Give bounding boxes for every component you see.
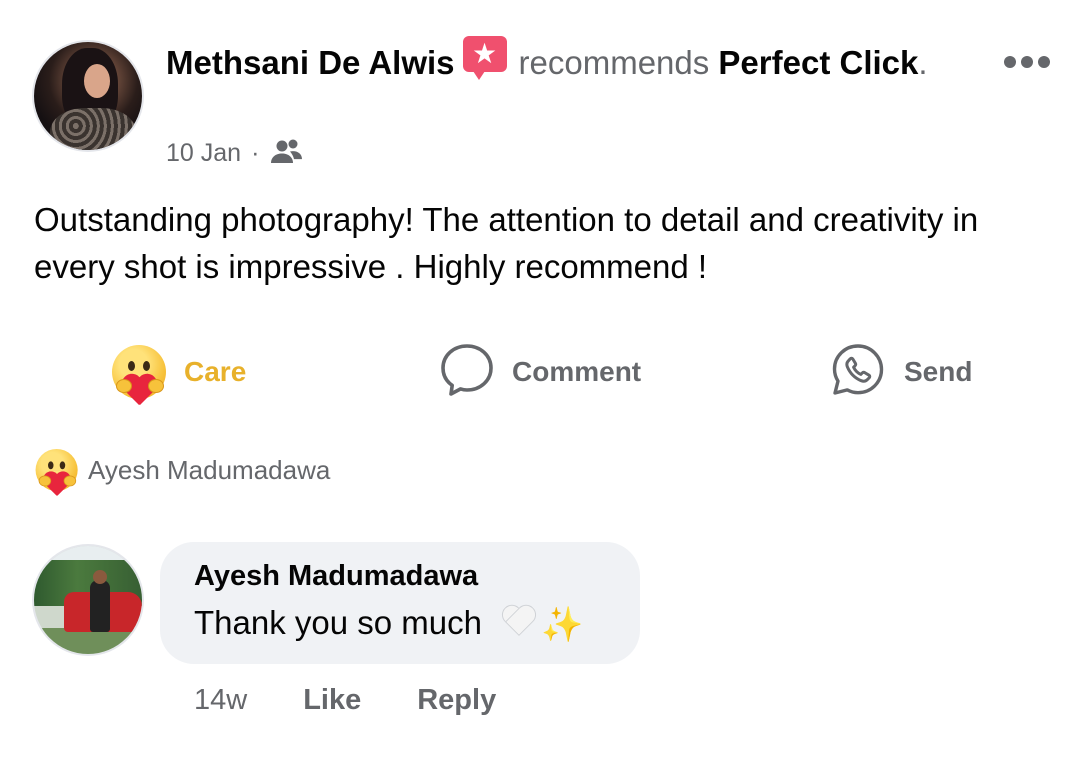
more-dot-icon bbox=[1021, 56, 1033, 68]
reactor-name: Ayesh Madumadawa bbox=[88, 454, 331, 485]
care-label: Care bbox=[184, 356, 247, 387]
send-label: Send bbox=[904, 356, 973, 387]
recommends-text: recommends bbox=[518, 44, 710, 81]
comment-bubble[interactable]: Ayesh Madumadawa Thank you so much ✨ bbox=[160, 542, 640, 664]
reactions-summary[interactable]: Ayesh Madumadawa bbox=[34, 448, 330, 492]
send-whatsapp-button[interactable]: Send bbox=[830, 342, 972, 402]
comment-reply-button[interactable]: Reply bbox=[417, 684, 496, 717]
avatar-face bbox=[84, 64, 110, 98]
author-avatar[interactable] bbox=[34, 42, 142, 150]
more-dot-icon bbox=[1004, 56, 1016, 68]
recommendation-badge-icon: ★ bbox=[461, 36, 509, 80]
post-date[interactable]: 10 Jan bbox=[166, 139, 241, 168]
comment-text-content: Thank you so much bbox=[194, 604, 482, 641]
comment-text: Thank you so much ✨ bbox=[194, 604, 584, 645]
meta-separator: · bbox=[251, 138, 260, 167]
commenter-avatar[interactable] bbox=[34, 546, 142, 654]
author-name[interactable]: Methsani De Alwis bbox=[166, 44, 455, 81]
page-name-link[interactable]: Perfect Click bbox=[718, 44, 918, 81]
white-heart-icon bbox=[499, 604, 539, 638]
whatsapp-icon bbox=[830, 342, 886, 403]
post-meta: 10 Jan · bbox=[166, 136, 303, 170]
sparkles-icon: ✨ bbox=[541, 606, 584, 644]
avatar-person bbox=[90, 580, 110, 632]
more-options-button[interactable] bbox=[1000, 50, 1054, 74]
care-button[interactable]: Care bbox=[110, 342, 246, 402]
more-dot-icon bbox=[1038, 56, 1050, 68]
comment-timestamp[interactable]: 14w bbox=[194, 684, 247, 717]
post-header: Methsani De Alwis ★ recommends Perfect Cli… bbox=[166, 36, 966, 85]
comment-bubble-icon bbox=[440, 342, 494, 403]
comment-author-name[interactable]: Ayesh Madumadawa bbox=[194, 560, 478, 593]
care-reaction-icon bbox=[34, 447, 78, 492]
post-body: Outstanding photography! The attention t… bbox=[34, 201, 979, 285]
comment-button[interactable]: Comment bbox=[440, 342, 641, 402]
comment-like-button[interactable]: Like bbox=[303, 684, 361, 717]
care-emoji-icon bbox=[110, 343, 168, 401]
comment-label: Comment bbox=[512, 356, 642, 387]
avatar-head bbox=[93, 570, 107, 584]
avatar-clothing bbox=[50, 108, 136, 150]
friends-icon[interactable] bbox=[269, 136, 303, 170]
comment-actions: 14w Like Reply bbox=[194, 678, 496, 722]
header-period: . bbox=[918, 44, 928, 81]
